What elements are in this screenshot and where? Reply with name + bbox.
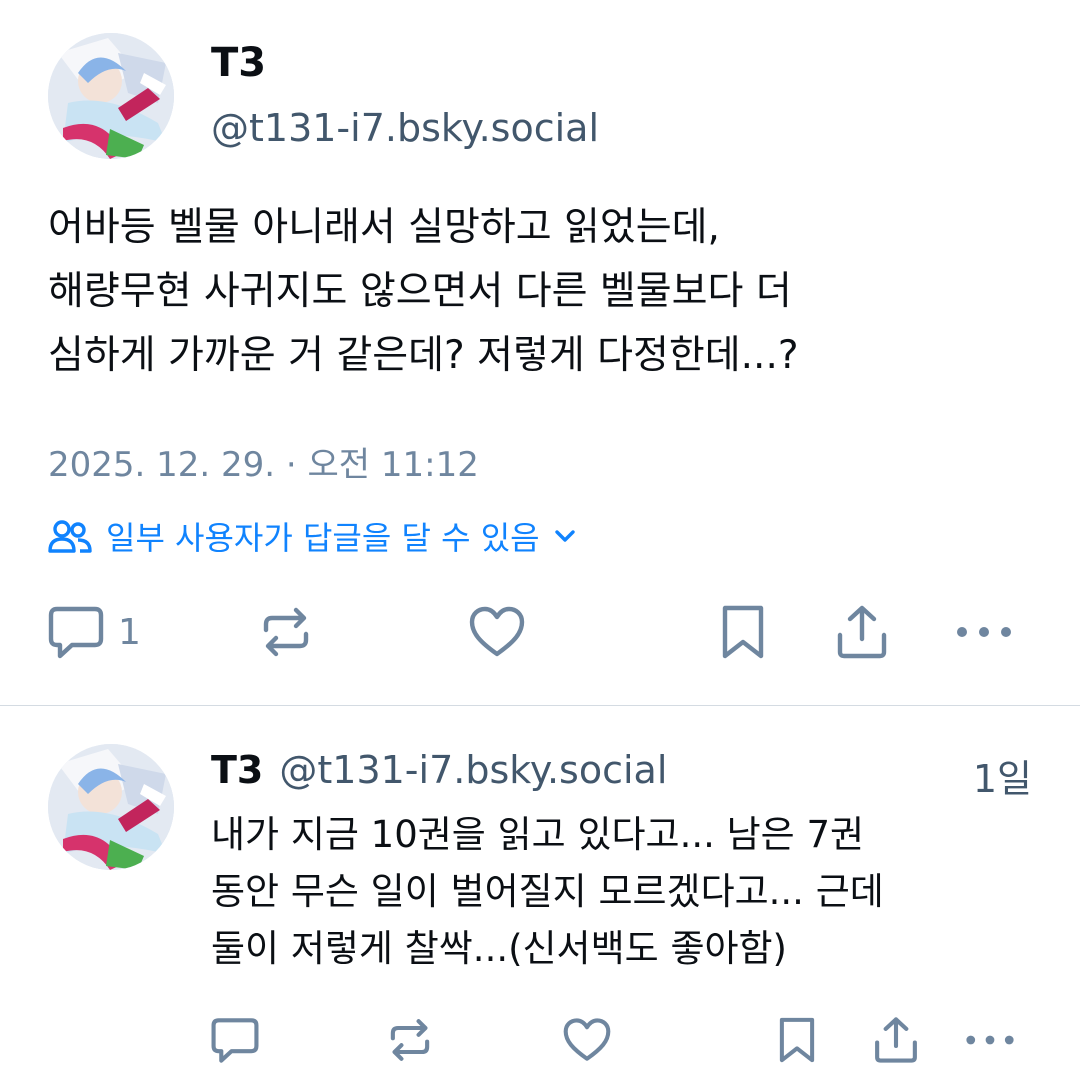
heart-icon: [469, 606, 525, 657]
reply-header: T3 @t131-i7.bsky.social 1일: [211, 748, 1032, 803]
repost-icon: [263, 607, 309, 657]
reply-text-line: 내가 지금 10권을 읽고 있다고... 남은 7권: [211, 813, 865, 856]
share-icon: [837, 605, 887, 659]
repost-icon: [390, 1019, 430, 1061]
heart-icon: [563, 1018, 611, 1061]
reply-author-avatar[interactable]: [48, 744, 174, 870]
post-timestamp: 2025. 12. 29. · 오전 11:12: [48, 445, 479, 485]
reply-text: 내가 지금 10권을 읽고 있다고... 남은 7권 동안 무슨 일이 벌어질지…: [211, 806, 1031, 977]
post-text-line: 어바등 벨물 아니래서 실망하고 읽었는데,: [48, 205, 720, 250]
reply-setting-label: 일부 사용자가 답글을 달 수 있음: [106, 519, 540, 557]
divider: [0, 705, 1080, 706]
reply-share-button[interactable]: [872, 1010, 920, 1070]
reply-text-line: 둘이 저렇게 찰싹...(신서백도 좋아함): [211, 927, 787, 970]
reply-more-button[interactable]: [962, 1010, 1018, 1070]
reply-icon: [48, 606, 104, 659]
reply-setting-button[interactable]: 일부 사용자가 답글을 달 수 있음: [48, 513, 576, 559]
avatar-illustration: [48, 33, 174, 159]
share-button[interactable]: [834, 600, 890, 664]
reply-icon: [211, 1018, 259, 1063]
share-icon: [875, 1017, 917, 1063]
reply-repost-button[interactable]: [386, 1010, 434, 1070]
reply-text-line: 동안 무슨 일이 벌어질지 모르겠다고... 근데: [211, 870, 884, 913]
reply-bookmark-button[interactable]: [776, 1010, 818, 1070]
repost-button[interactable]: [258, 600, 314, 664]
bookmark-icon: [779, 1017, 815, 1063]
chevron-down-icon: [554, 530, 575, 542]
author-handle[interactable]: @t131-i7.bsky.social: [211, 106, 599, 150]
reply-reply-button[interactable]: [211, 1010, 259, 1070]
avatar-illustration: [48, 744, 174, 870]
author-avatar[interactable]: [48, 33, 174, 159]
reply-like-button[interactable]: [562, 1010, 612, 1070]
more-button[interactable]: [952, 600, 1016, 664]
like-button[interactable]: [468, 600, 526, 664]
reply-action-bar: [0, 1010, 1080, 1070]
reply-author-handle[interactable]: @t131-i7.bsky.social: [279, 748, 667, 792]
bookmark-button[interactable]: [718, 600, 768, 664]
author-display-name[interactable]: T3: [211, 40, 266, 86]
reply-author-display-name[interactable]: T3: [211, 748, 263, 792]
more-icon: [957, 627, 1011, 637]
reply-button[interactable]: 1: [48, 600, 141, 664]
people-icon: [48, 520, 92, 553]
more-icon: [966, 1035, 1014, 1045]
post-text-line: 해량무현 사귀지도 않으면서 다른 벨물보다 더: [48, 269, 792, 314]
reply-count: 1: [118, 611, 141, 653]
bookmark-icon: [722, 605, 764, 659]
reply-time[interactable]: 1일: [973, 748, 1032, 803]
post-text-line: 심하게 가까운 거 같은데? 저렇게 다정한데...?: [48, 333, 799, 378]
post-action-bar: 1: [0, 600, 1080, 664]
post-text: 어바등 벨물 아니래서 실망하고 읽었는데, 해량무현 사귀지도 않으면서 다른…: [48, 196, 1048, 388]
